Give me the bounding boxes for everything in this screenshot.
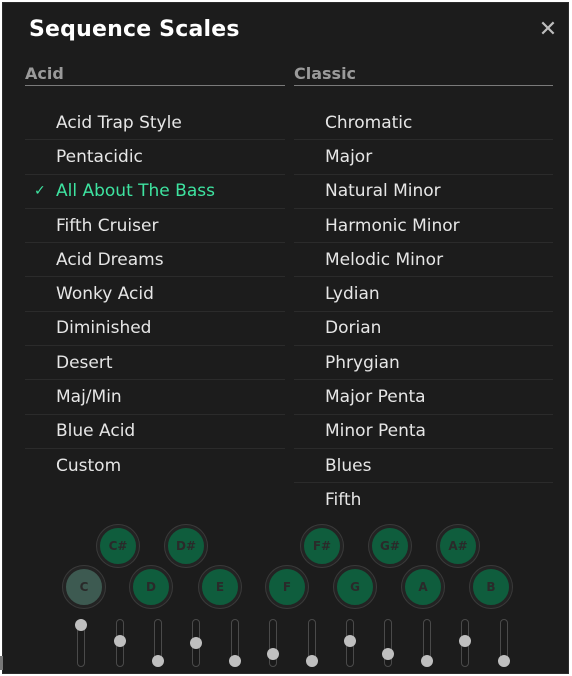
- slider-knob[interactable]: [75, 619, 87, 631]
- scale-item-fifth[interactable]: Fifth: [294, 483, 553, 517]
- note-key-f-sharp[interactable]: F#: [301, 525, 343, 567]
- scale-item-blue-acid[interactable]: Blue Acid: [25, 415, 285, 449]
- scale-item-label: Fifth: [325, 490, 362, 511]
- scale-item-harmonic-minor[interactable]: Harmonic Minor: [294, 209, 553, 244]
- note-key-a-sharp[interactable]: A#: [437, 525, 479, 567]
- scale-item-major-penta[interactable]: Major Penta: [294, 380, 553, 415]
- scale-item-fifth-cruiser[interactable]: Fifth Cruiser: [25, 209, 285, 244]
- note-key-a[interactable]: A: [402, 566, 444, 608]
- scale-item-label: Acid Trap Style: [56, 112, 182, 133]
- scale-item-label: Custom: [56, 456, 122, 477]
- scale-item-label: Melodic Minor: [325, 249, 444, 270]
- slider-track: [269, 619, 277, 667]
- slider-knob[interactable]: [382, 647, 394, 660]
- note-key-b[interactable]: B: [470, 566, 512, 608]
- slider-knob[interactable]: [114, 635, 126, 648]
- level-slider-a-sharp[interactable]: [459, 619, 471, 667]
- scale-item-blues[interactable]: Blues: [294, 449, 553, 484]
- window-edge-mark: [0, 656, 3, 670]
- level-slider-c-sharp[interactable]: [114, 619, 126, 667]
- slider-track: [384, 619, 392, 667]
- level-slider-d-sharp[interactable]: [190, 619, 202, 667]
- scale-item-label: Natural Minor: [325, 181, 441, 202]
- note-key-e[interactable]: E: [199, 566, 241, 608]
- column-header-classic: Classic: [294, 64, 553, 86]
- scale-item-label: Fifth Cruiser: [56, 215, 159, 236]
- scale-item-major[interactable]: Major: [294, 140, 553, 175]
- slider-knob[interactable]: [421, 655, 433, 667]
- slider-knob[interactable]: [267, 647, 279, 660]
- scale-item-label: Major: [325, 146, 373, 167]
- note-key-c-sharp[interactable]: C#: [97, 525, 139, 567]
- scale-item-pentacidic[interactable]: Pentacidic: [25, 140, 285, 175]
- scale-item-desert[interactable]: Desert: [25, 346, 285, 381]
- scale-item-custom[interactable]: Custom: [25, 449, 285, 483]
- level-slider-a[interactable]: [421, 619, 433, 667]
- scale-item-natural-minor[interactable]: Natural Minor: [294, 175, 553, 209]
- scale-item-label: Desert: [56, 352, 113, 373]
- note-key-g-sharp[interactable]: G#: [369, 525, 411, 567]
- level-slider-f-sharp[interactable]: [306, 619, 318, 667]
- note-key-d-sharp[interactable]: D#: [165, 525, 207, 567]
- scale-item-diminished[interactable]: Diminished: [25, 312, 285, 347]
- scale-item-label: All About The Bass: [56, 181, 215, 202]
- scale-item-label: Blues: [325, 455, 372, 476]
- slider-knob[interactable]: [229, 655, 241, 667]
- note-key-g[interactable]: G: [334, 566, 376, 608]
- level-slider-d[interactable]: [152, 619, 164, 667]
- scale-item-label: Acid Dreams: [56, 249, 164, 270]
- scale-item-label: Wonky Acid: [56, 284, 154, 305]
- level-slider-g[interactable]: [344, 619, 356, 667]
- close-icon[interactable]: ✕: [538, 19, 558, 41]
- scale-item-label: Diminished: [56, 318, 152, 339]
- slider-knob[interactable]: [152, 655, 164, 667]
- scale-list-classic: Chromatic Major Natural Minor Harmonic Mino…: [294, 106, 553, 518]
- slider-knob[interactable]: [306, 655, 318, 667]
- level-slider-e[interactable]: [229, 619, 241, 667]
- scale-list-acid: Acid Trap Style Pentacidic ✓ All About The …: [25, 106, 285, 483]
- check-icon: ✓: [34, 183, 46, 200]
- scale-item-label: Phrygian: [325, 352, 400, 373]
- scale-item-label: Blue Acid: [56, 421, 136, 442]
- dialog-title: Sequence Scales: [29, 17, 240, 42]
- scale-item-wonky-acid[interactable]: Wonky Acid: [25, 277, 285, 312]
- column-header-acid: Acid: [25, 64, 285, 86]
- scale-item-acid-trap-style[interactable]: Acid Trap Style: [25, 106, 285, 141]
- scale-item-lydian[interactable]: Lydian: [294, 277, 553, 312]
- scale-item-label: Chromatic: [325, 112, 413, 133]
- scale-item-label: Minor Penta: [325, 421, 426, 442]
- scale-item-chromatic[interactable]: Chromatic: [294, 106, 553, 141]
- scale-item-label: Dorian: [325, 318, 382, 339]
- scale-item-label: Lydian: [325, 284, 380, 305]
- scale-item-melodic-minor[interactable]: Melodic Minor: [294, 243, 553, 278]
- note-key-d[interactable]: D: [130, 566, 172, 608]
- slider-knob[interactable]: [190, 637, 202, 649]
- scale-item-all-about-the-bass[interactable]: ✓ All About The Bass: [25, 175, 285, 209]
- scale-item-label: Pentacidic: [56, 146, 143, 167]
- scale-item-acid-dreams[interactable]: Acid Dreams: [25, 243, 285, 278]
- slider-knob[interactable]: [344, 635, 356, 648]
- scale-item-minor-penta[interactable]: Minor Penta: [294, 415, 553, 449]
- note-key-c[interactable]: C: [63, 566, 105, 608]
- level-slider-b[interactable]: [498, 619, 510, 667]
- level-slider-g-sharp[interactable]: [382, 619, 394, 667]
- sequence-scales-dialog: Sequence Scales ✕ Acid Classic Acid Trap…: [2, 2, 569, 674]
- scale-item-maj-min[interactable]: Maj/Min: [25, 380, 285, 415]
- slider-knob[interactable]: [459, 635, 471, 648]
- scale-item-phrygian[interactable]: Phrygian: [294, 346, 553, 381]
- level-slider-c[interactable]: [75, 619, 87, 667]
- note-key-f[interactable]: F: [266, 566, 308, 608]
- scale-item-label: Maj/Min: [56, 387, 122, 408]
- scale-item-label: Major Penta: [325, 387, 426, 408]
- scale-item-dorian[interactable]: Dorian: [294, 312, 553, 347]
- scale-item-label: Harmonic Minor: [325, 215, 460, 236]
- slider-knob[interactable]: [498, 655, 510, 667]
- level-slider-f[interactable]: [267, 619, 279, 667]
